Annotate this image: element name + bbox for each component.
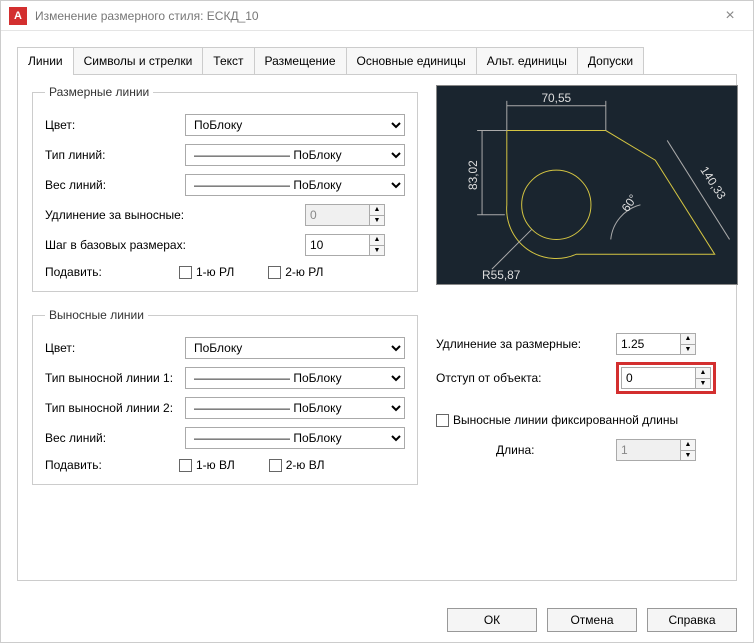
chevron-down-icon[interactable]: ▼ [696,379,710,389]
chevron-up-icon[interactable]: ▲ [370,205,384,216]
tab-fit[interactable]: Размещение [254,47,347,74]
chevron-up-icon[interactable]: ▲ [681,334,695,345]
spinner-arrows[interactable]: ▲▼ [369,204,385,226]
checkbox-label: 2-ю РЛ [285,265,323,279]
chevron-down-icon[interactable]: ▼ [681,451,695,461]
input-extend-beyond[interactable] [616,333,680,355]
dialog-window: A Изменение размерного стиля: ЕСКД_10 × … [0,0,754,643]
ok-button[interactable]: ОК [447,608,537,632]
label-ext-suppress: Подавить: [45,458,145,472]
spinner-arrows[interactable]: ▲▼ [680,333,696,355]
checkbox-label: 2-ю ВЛ [286,458,325,472]
spinner-dim-extend[interactable]: ▲▼ [305,204,385,226]
label-ext2-linetype: Тип выносной линии 2: [45,401,185,415]
window-title: Изменение размерного стиля: ЕСКД_10 [35,9,715,23]
chevron-down-icon[interactable]: ▼ [370,246,384,256]
select-dim-linetype[interactable]: ———————— ПоБлоку [185,144,405,166]
input-dim-extend[interactable] [305,204,369,226]
tab-tol[interactable]: Допуски [577,47,644,74]
spinner-offset-origin[interactable]: ▲▼ [621,367,711,389]
tab-strip: Линии Символы и стрелки Текст Размещение… [17,47,737,75]
checkbox-box [179,459,192,472]
select-dim-lineweight[interactable]: ———————— ПоБлоку [185,174,405,196]
preview-panel: 70,55 83,02 140,33 R55,87 [436,85,738,285]
label-ext-color: Цвет: [45,341,185,355]
group-extension-lines: Выносные линии Цвет: ПоБлоку Тип выносно… [32,308,418,485]
cancel-button[interactable]: Отмена [547,608,637,632]
checkbox-fixed-length[interactable]: Выносные линии фиксированной длины [436,413,678,427]
label-dim-color: Цвет: [45,118,185,132]
preview-top-dim: 70,55 [541,91,571,105]
input-dim-baseline[interactable] [305,234,369,256]
app-icon: A [9,7,27,25]
help-button[interactable]: Справка [647,608,737,632]
checkbox-label: Выносные линии фиксированной длины [453,413,678,427]
chevron-up-icon[interactable]: ▲ [681,440,695,451]
select-ext-lineweight[interactable]: ———————— ПоБлоку [185,427,405,449]
preview-drawing: 70,55 83,02 140,33 R55,87 [437,86,737,284]
label-dim-lineweight: Вес линий: [45,178,185,192]
highlighted-field: ▲▼ [616,362,716,394]
tab-primary[interactable]: Основные единицы [346,47,477,74]
spinner-arrows[interactable]: ▲▼ [680,439,696,461]
label-ext-lineweight: Вес линий: [45,431,185,445]
label-dim-baseline: Шаг в базовых размерах: [45,238,305,252]
close-icon[interactable]: × [715,7,745,25]
input-offset-origin[interactable] [621,367,695,389]
label-ext1-linetype: Тип выносной линии 1: [45,371,185,385]
label-dim-extend: Удлинение за выносные: [45,208,305,222]
group-dimension-lines: Размерные линии Цвет: ПоБлоку Тип линий:… [32,85,418,292]
tab-text[interactable]: Текст [202,47,254,74]
legend-extension-lines: Выносные линии [45,308,148,322]
label-fixed-length: Длина: [436,443,616,457]
checkbox-box [436,414,449,427]
checkbox-suppress-extline2[interactable]: 2-ю ВЛ [269,458,325,472]
checkbox-box [269,459,282,472]
checkbox-suppress-extline1[interactable]: 1-ю ВЛ [179,458,235,472]
label-dim-linetype: Тип линий: [45,148,185,162]
chevron-down-icon[interactable]: ▼ [681,345,695,355]
tab-pane: Размерные линии Цвет: ПоБлоку Тип линий:… [17,75,737,581]
checkbox-box [179,266,192,279]
legend-dimension-lines: Размерные линии [45,85,153,99]
spinner-arrows[interactable]: ▲▼ [369,234,385,256]
select-ext-color[interactable]: ПоБлоку [185,337,405,359]
input-fixed-length[interactable] [616,439,680,461]
dialog-content: Линии Символы и стрелки Текст Размещение… [1,31,753,598]
label-offset-origin: Отступ от объекта: [436,371,616,385]
spinner-extend-beyond[interactable]: ▲▼ [616,333,696,355]
titlebar: A Изменение размерного стиля: ЕСКД_10 × [1,1,753,31]
label-extend-beyond: Удлинение за размерные: [436,337,616,351]
checkbox-label: 1-ю РЛ [196,265,234,279]
chevron-up-icon[interactable]: ▲ [370,235,384,246]
spinner-dim-baseline[interactable]: ▲▼ [305,234,385,256]
spinner-fixed-length[interactable]: ▲▼ [616,439,696,461]
checkbox-suppress-dimline1[interactable]: 1-ю РЛ [179,265,234,279]
chevron-down-icon[interactable]: ▼ [370,216,384,226]
select-dim-color[interactable]: ПоБлоку [185,114,405,136]
label-dim-suppress: Подавить: [45,265,145,279]
select-ext1-linetype[interactable]: ———————— ПоБлоку [185,367,405,389]
chevron-up-icon[interactable]: ▲ [696,368,710,379]
checkbox-suppress-dimline2[interactable]: 2-ю РЛ [268,265,323,279]
dialog-footer: ОК Отмена Справка [1,598,753,642]
preview-radius-dim: R55,87 [482,268,520,282]
checkbox-label: 1-ю ВЛ [196,458,235,472]
tab-lines[interactable]: Линии [17,47,74,74]
select-ext2-linetype[interactable]: ———————— ПоБлоку [185,397,405,419]
tab-alt[interactable]: Альт. единицы [476,47,578,74]
tab-symbols[interactable]: Символы и стрелки [73,47,204,74]
preview-left-dim: 83,02 [466,160,480,190]
checkbox-box [268,266,281,279]
spinner-arrows[interactable]: ▲▼ [695,367,711,389]
preview-angle-dim: 60° [619,191,641,214]
